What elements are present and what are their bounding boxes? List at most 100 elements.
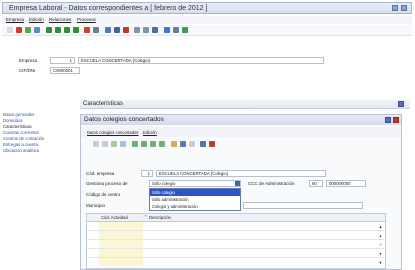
option-solo-colegio[interactable]: Sólo colegio <box>150 189 240 196</box>
dialog-title: Datos colegios concertados <box>84 116 164 123</box>
menu-edicion[interactable]: Edición <box>29 17 44 22</box>
first-icon[interactable] <box>46 27 52 33</box>
undo-icon[interactable] <box>120 141 126 147</box>
preview-icon[interactable] <box>143 27 149 33</box>
window-title: Empresa Laboral - Datos correspondientes… <box>9 5 208 12</box>
filter-icon[interactable] <box>114 27 120 33</box>
required-mark: * <box>145 214 147 219</box>
menu-empresa[interactable]: Empresa <box>6 17 24 22</box>
delete-icon[interactable] <box>16 27 22 33</box>
search-icon[interactable] <box>105 27 111 33</box>
cif-label: CIF/DNI <box>19 68 36 73</box>
empresa-name-field[interactable]: ESCUELA CONCERTADA (Colegio) <box>78 57 324 64</box>
table-row[interactable] <box>87 258 385 267</box>
new-icon[interactable] <box>93 141 99 147</box>
move-top-icon[interactable]: ▲ <box>378 224 383 229</box>
restore-icon[interactable] <box>392 5 398 11</box>
close-icon[interactable] <box>393 117 399 123</box>
export-icon[interactable] <box>152 27 158 33</box>
cod-empresa-number[interactable]: 1 <box>141 170 153 177</box>
nav-item-centros-cotizacion[interactable]: Centros de cotización <box>3 136 44 141</box>
menu-relaciones[interactable]: Relaciones <box>49 17 71 22</box>
menu-procesos[interactable]: Procesos <box>77 17 96 22</box>
window-titlebar: Empresa Laboral - Datos correspondientes… <box>2 2 412 14</box>
municipio-name-field[interactable] <box>243 202 363 209</box>
grid-icon[interactable] <box>93 27 99 33</box>
option-solo-administracion[interactable]: Sólo administración <box>150 196 240 203</box>
codigo-centro-label: Código de centro <box>86 192 121 197</box>
grid-col-cod-actividad[interactable]: Cód. Actividad <box>101 215 128 220</box>
home-icon[interactable] <box>84 27 90 33</box>
help-icon[interactable] <box>385 117 391 123</box>
confirm-icon[interactable] <box>111 141 117 147</box>
gestiona-select-value: Sólo colegio <box>152 181 176 186</box>
new-icon[interactable] <box>7 27 13 33</box>
filter-icon[interactable] <box>200 141 206 147</box>
nav-item-entregas-cuenta[interactable]: Entregas a cuenta <box>3 142 38 147</box>
clear-filter-icon[interactable] <box>123 27 129 33</box>
option-colegio-y-administracion[interactable]: Colegio y administración <box>150 203 240 210</box>
grid-header: Cód. Actividad * Descripción <box>87 214 385 222</box>
cod-empresa-name[interactable]: ESCUELA CONCERTADA (Colegio) <box>156 170 326 177</box>
prev-icon[interactable] <box>55 27 61 33</box>
next-icon[interactable] <box>150 141 156 147</box>
grid-cell-cod-actividad[interactable] <box>99 249 143 257</box>
last-icon[interactable] <box>159 141 165 147</box>
section-header: Características <box>80 100 410 109</box>
table-row[interactable] <box>87 249 385 258</box>
move-up-icon[interactable]: ▴ <box>378 233 383 238</box>
home-icon[interactable] <box>171 141 177 147</box>
ccc-field-a[interactable]: 60 <box>309 180 323 187</box>
dialog-menu-edicion[interactable]: Edición <box>143 130 157 135</box>
grid-icon[interactable] <box>189 141 195 147</box>
nav-item-ubicacion-analitica[interactable]: Ubicación analítica <box>3 148 39 153</box>
close-icon[interactable] <box>401 5 407 11</box>
empresa-number-field[interactable]: 1 <box>50 57 75 64</box>
cod-empresa-label: Cód. empresa <box>86 171 115 176</box>
dialog-toolbar <box>81 139 401 149</box>
dialog-titlebar: Datos colegios concertados <box>81 115 401 125</box>
help-icon[interactable] <box>173 27 179 33</box>
report-icon[interactable] <box>164 27 170 33</box>
undo-icon[interactable] <box>34 27 40 33</box>
nav-item-domicilios[interactable]: Domicilios <box>3 118 23 123</box>
gestiona-dropdown: Sólo colegio Sólo administración Colegio… <box>149 188 241 211</box>
grid-col-descripcion[interactable]: Descripción <box>149 215 171 220</box>
search-icon[interactable] <box>180 141 186 147</box>
nav-item-caracteristicas[interactable]: Características <box>3 124 32 129</box>
nav-item-datos-generales[interactable]: Datos generales <box>3 112 34 117</box>
prev-icon[interactable] <box>141 141 147 147</box>
print-icon[interactable] <box>134 27 140 33</box>
table-row[interactable] <box>87 222 385 231</box>
clear-filter-icon[interactable] <box>209 141 215 147</box>
grid-cell-cod-actividad[interactable] <box>99 240 143 248</box>
table-row[interactable] <box>87 240 385 249</box>
next-icon[interactable] <box>64 27 70 33</box>
menu-bar: Empresa Edición Relaciones Procesos <box>2 16 412 24</box>
first-icon[interactable] <box>132 141 138 147</box>
insert-row-icon[interactable]: + <box>378 242 383 247</box>
last-icon[interactable] <box>73 27 79 33</box>
dialog-menu: Datos colegios concertados Edición <box>81 127 401 137</box>
gestiona-label: Gestiona proceso de <box>86 181 128 186</box>
confirm-icon[interactable] <box>25 27 31 33</box>
gestiona-select[interactable]: Sólo colegio <box>149 180 241 187</box>
cif-field[interactable]: C0000001 <box>50 67 80 74</box>
move-bottom-icon[interactable]: ▼ <box>378 260 383 265</box>
grid-cell-cod-actividad[interactable] <box>99 222 143 230</box>
help-icon[interactable] <box>398 101 404 107</box>
grid-cell-cod-actividad[interactable] <box>99 258 143 266</box>
colegios-dialog: Datos colegios concertados Datos colegio… <box>80 114 402 270</box>
ccc-field-b[interactable]: 000000000 <box>326 180 366 187</box>
dialog-menu-datos[interactable]: Datos colegios concertados <box>87 130 138 135</box>
actividades-grid: Cód. Actividad * Descripción ▲ ▴ + ▾ ▼ <box>86 213 386 269</box>
table-row[interactable] <box>87 231 385 240</box>
move-down-icon[interactable]: ▾ <box>378 251 383 256</box>
delete-icon[interactable] <box>102 141 108 147</box>
grid-cell-cod-actividad[interactable] <box>99 231 143 239</box>
chevron-down-icon[interactable] <box>235 181 240 186</box>
left-nav: Datos generales Domicilios Característic… <box>0 112 78 192</box>
settings-icon[interactable] <box>182 27 188 33</box>
nav-item-cuentas-corrientes[interactable]: Cuentas corrientes <box>3 130 39 135</box>
empresa-label: Empresa <box>19 58 38 63</box>
